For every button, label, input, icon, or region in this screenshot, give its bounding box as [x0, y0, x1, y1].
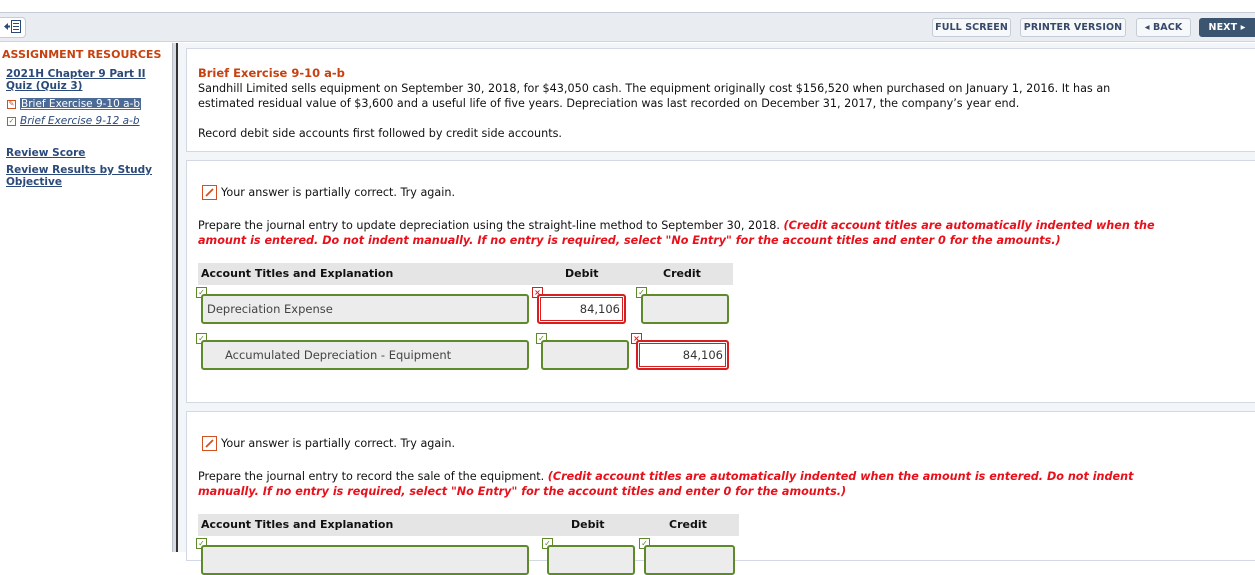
part-b-prompt-note-1: (Credit account titles are automatically…: [547, 470, 1134, 483]
assignment-sidebar: ASSIGNMENT RESOURCES 2021H Chapter 9 Par…: [0, 43, 172, 552]
collapse-sidebar-button[interactable]: [0, 17, 26, 38]
full-screen-button[interactable]: FULL SCREEN: [932, 18, 1011, 37]
sidebar-heading: ASSIGNMENT RESOURCES: [2, 48, 162, 61]
part-a-prompt: Prepare the journal entry to update depr…: [198, 219, 1208, 248]
collapse-sidebar-icon: [3, 18, 22, 37]
main-content: Brief Exercise 9-10 a-b Sandhill Limited…: [178, 43, 1255, 575]
debit-field-row1[interactable]: [547, 545, 635, 575]
review-results-line1: Review Results by Study: [6, 164, 153, 176]
top-strip: [0, 0, 1255, 13]
part-b-prompt: Prepare the journal entry to record the …: [198, 470, 1208, 499]
next-button[interactable]: NEXT ▸: [1199, 18, 1255, 37]
header-account: Account Titles and Explanation: [201, 267, 394, 280]
review-results-link[interactable]: Review Results by Study Objective: [6, 164, 152, 188]
header-credit: Credit: [669, 518, 707, 531]
quiz-link-line2: Quiz (Quiz 3): [6, 80, 83, 92]
part-a-status: Your answer is partially correct. Try ag…: [202, 185, 455, 200]
account-field-row2[interactable]: Accumulated Depreciation - Equipment: [201, 340, 529, 370]
partial-pencil-icon: [202, 436, 217, 451]
sidebar-item-brief-exercise-9-10[interactable]: ✎ Brief Exercise 9-10 a-b: [7, 98, 142, 110]
account-field-row1[interactable]: Depreciation Expense: [201, 294, 529, 324]
header-debit: Debit: [565, 267, 599, 280]
part-a-prompt-note-1: (Credit account titles are automatically…: [783, 219, 1155, 232]
printer-version-button[interactable]: PRINTER VERSION: [1020, 18, 1126, 37]
part-b-table-header: Account Titles and Explanation Debit Cre…: [198, 514, 739, 536]
header-debit: Debit: [571, 518, 605, 531]
quiz-link[interactable]: 2021H Chapter 9 Part II Quiz (Quiz 3): [6, 68, 146, 92]
credit-field-row1[interactable]: [644, 545, 735, 575]
part-b-status: Your answer is partially correct. Try ag…: [202, 436, 455, 451]
question-body-line2: estimated residual value of $3,600 and a…: [198, 96, 1020, 110]
debit-field-row2[interactable]: [541, 340, 629, 370]
account-field-row1[interactable]: [201, 545, 529, 575]
question-title: Brief Exercise 9-10 a-b: [198, 66, 345, 80]
part-b-prompt-note-2: manually. If no entry is required, selec…: [198, 484, 847, 498]
part-a-status-text: Your answer is partially correct. Try ag…: [221, 186, 456, 199]
question-body: Sandhill Limited sells equipment on Sept…: [198, 82, 1208, 111]
part-b-status-text: Your answer is partially correct. Try ag…: [221, 437, 456, 450]
toolbar: FULL SCREEN PRINTER VERSION ◂ BACK NEXT …: [0, 13, 1255, 42]
checkmark-icon: ✓: [7, 116, 16, 126]
question-instruction: Record debit side accounts first followe…: [198, 127, 562, 140]
sidebar-item-label: Brief Exercise 9-10 a-b: [20, 98, 142, 110]
part-a-table-header: Account Titles and Explanation Debit Cre…: [198, 263, 733, 285]
debit-field-row1[interactable]: 84,106: [537, 294, 626, 324]
part-a-prompt-note-2: amount is entered. Do not indent manuall…: [198, 233, 1061, 247]
sidebar-item-brief-exercise-9-12[interactable]: ✓ Brief Exercise 9-12 a-b: [7, 115, 140, 127]
partial-pencil-icon: ✎: [7, 99, 16, 109]
part-b-prompt-text: Prepare the journal entry to record the …: [198, 470, 548, 483]
part-a-panel: Your answer is partially correct. Try ag…: [186, 160, 1255, 403]
header-account: Account Titles and Explanation: [201, 518, 394, 531]
header-credit: Credit: [663, 267, 701, 280]
question-panel: Brief Exercise 9-10 a-b Sandhill Limited…: [186, 48, 1255, 152]
quiz-link-line1: 2021H Chapter 9 Part II: [6, 68, 146, 80]
partial-pencil-icon: [202, 185, 217, 200]
credit-field-row1[interactable]: [641, 294, 729, 324]
part-a-prompt-text: Prepare the journal entry to update depr…: [198, 219, 784, 232]
sidebar-item-label: Brief Exercise 9-12 a-b: [20, 115, 140, 127]
part-b-panel: Your answer is partially correct. Try ag…: [186, 411, 1255, 575]
back-button[interactable]: ◂ BACK: [1136, 18, 1191, 37]
review-score-link[interactable]: Review Score: [6, 147, 85, 159]
credit-field-row2[interactable]: 84,106: [636, 340, 729, 370]
review-results-line2: Objective: [6, 176, 62, 188]
question-body-line1: Sandhill Limited sells equipment on Sept…: [198, 82, 1111, 95]
